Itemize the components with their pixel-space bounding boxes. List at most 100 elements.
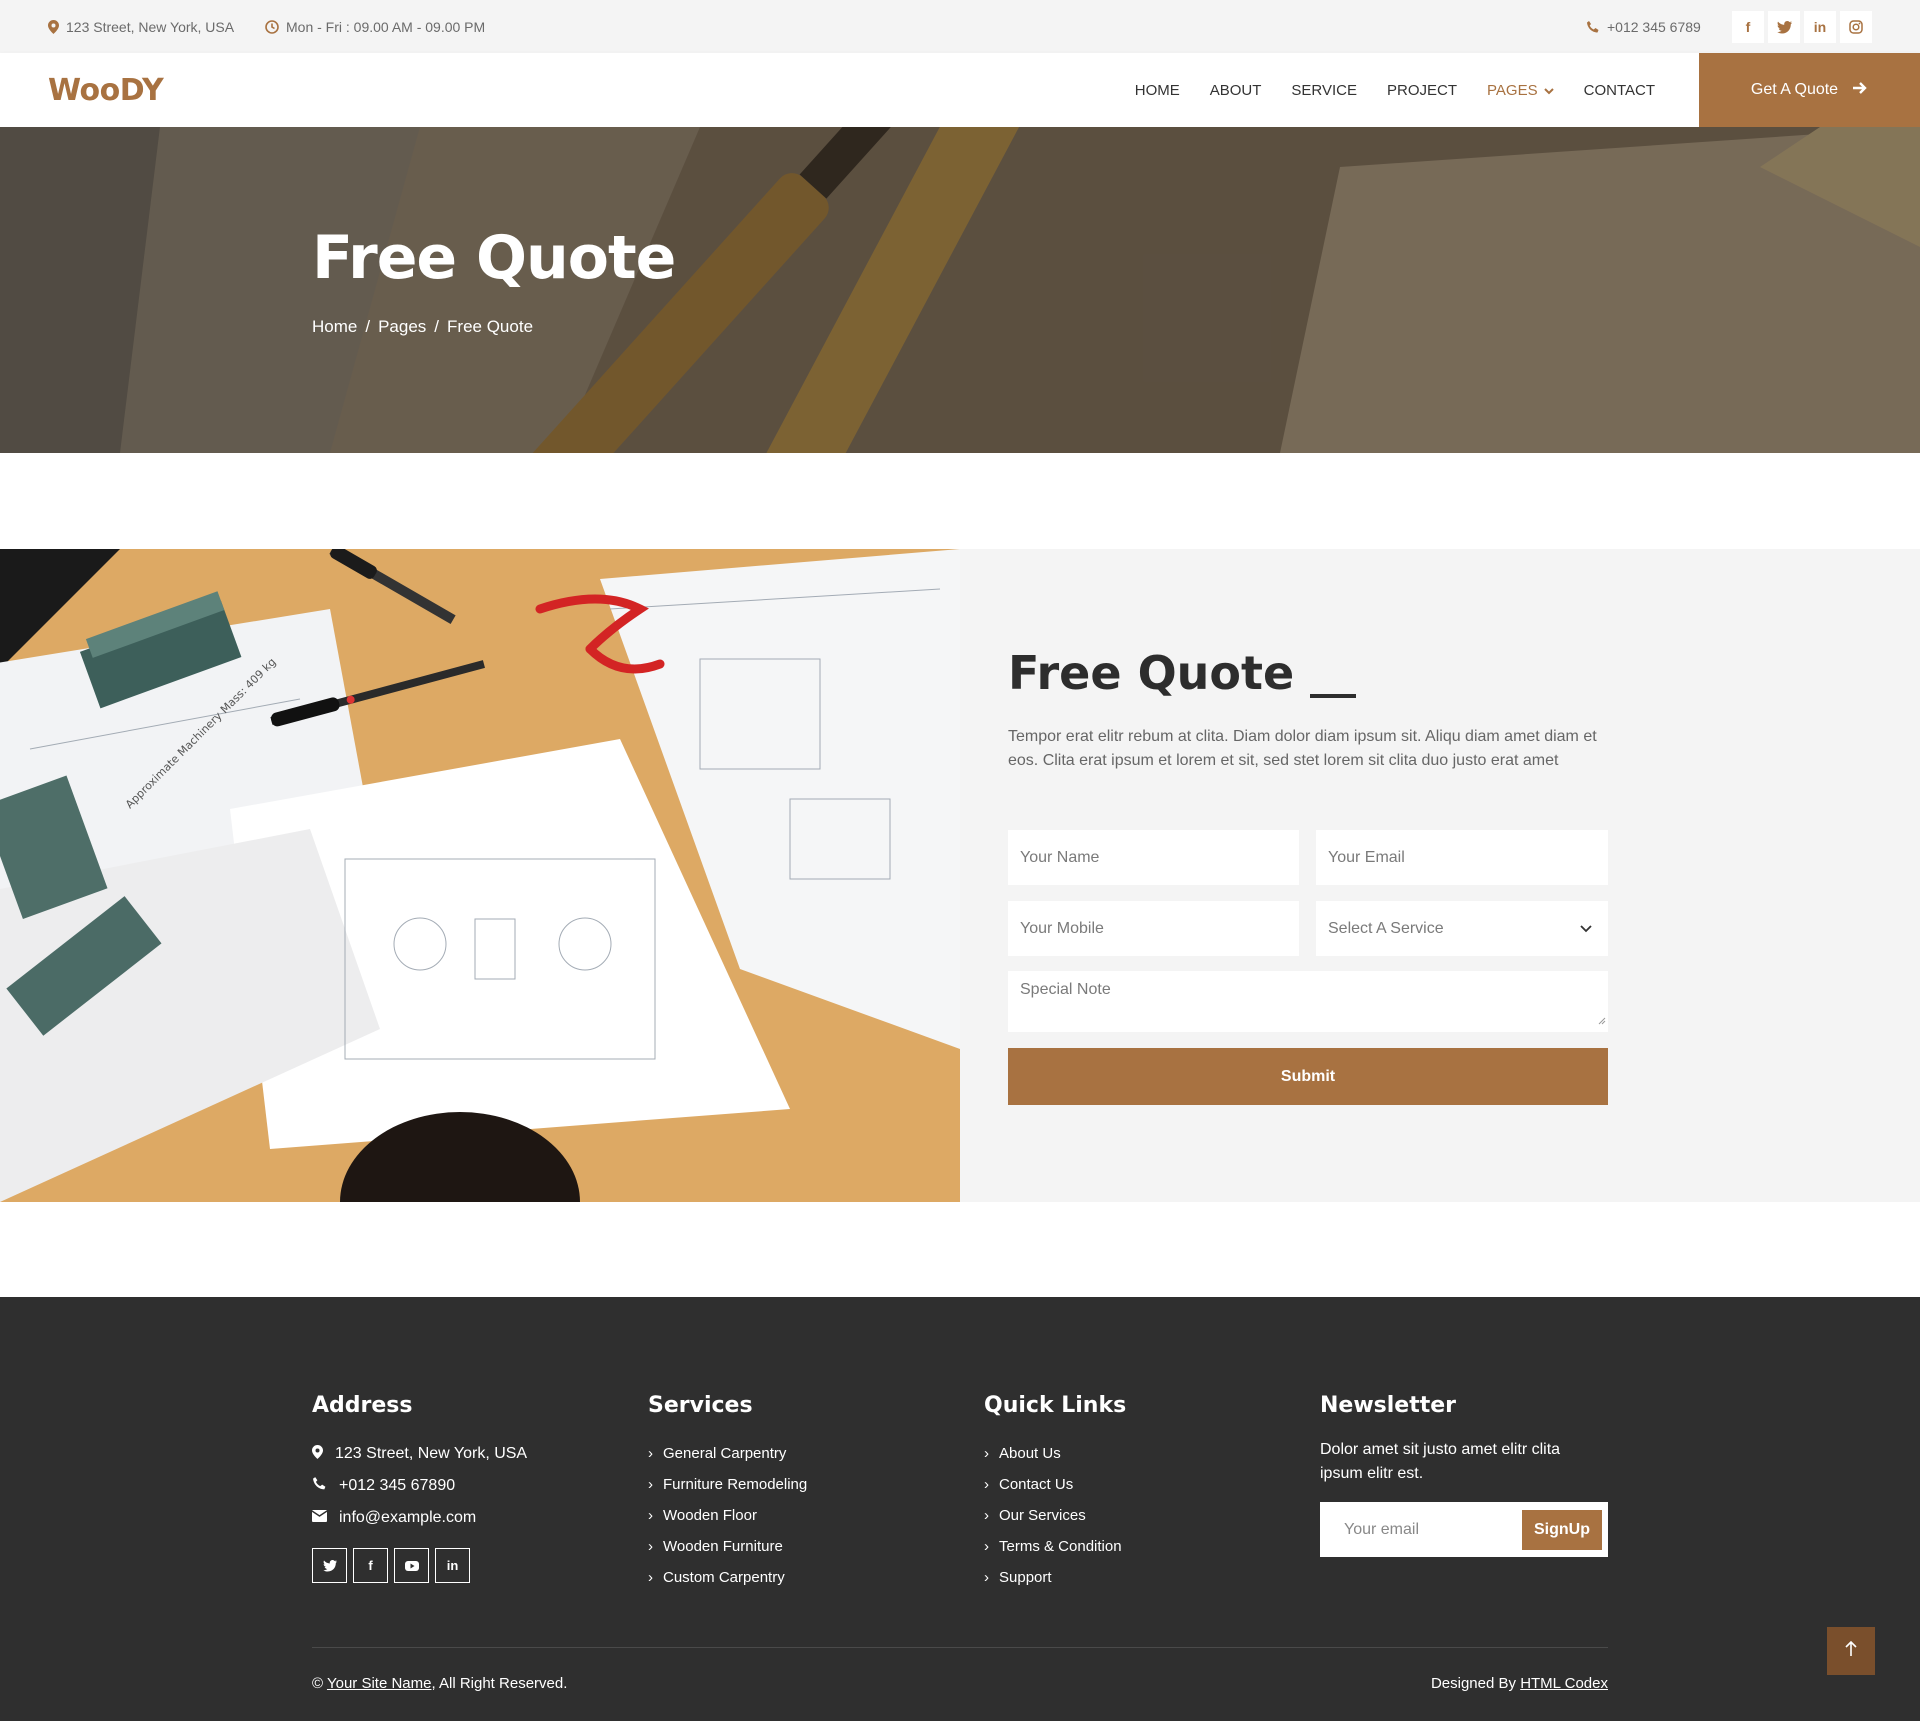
designer-link[interactable]: HTML Codex — [1520, 1675, 1608, 1692]
quote-description: Tempor erat elitr rebum at clita. Diam d… — [1008, 728, 1597, 769]
nav-pages-label: PAGES — [1487, 81, 1538, 99]
footer-street: 123 Street, New York, USA — [312, 1438, 527, 1470]
footer-phone: +012 345 67890 — [312, 1470, 527, 1502]
email-placeholder: Your Email — [1328, 848, 1405, 866]
copyright: © Your Site Name, All Right Reserved. — [312, 1675, 567, 1692]
quote-title-text: Free Quote — [1008, 646, 1295, 700]
footer-service-label: Furniture Remodeling — [663, 1476, 808, 1493]
footer-quick-link-label: Terms & Condition — [999, 1538, 1122, 1555]
instagram-icon[interactable] — [1840, 11, 1872, 43]
footer-quick-link-label: Support — [999, 1569, 1052, 1586]
chevron-right-icon: › — [648, 1476, 653, 1493]
back-to-top-button[interactable] — [1827, 1627, 1875, 1675]
breadcrumb-current: Free Quote — [447, 317, 534, 336]
breadcrumb: Home / Pages / Free Quote — [312, 317, 533, 337]
nav-service[interactable]: SERVICE — [1276, 82, 1372, 99]
chevron-right-icon: › — [984, 1538, 989, 1555]
nav-home[interactable]: HOME — [1120, 82, 1195, 99]
footer-service-link[interactable]: › Wooden Furniture — [648, 1531, 807, 1562]
footer-service-label: Custom Carpentry — [663, 1569, 785, 1586]
chevron-right-icon: › — [984, 1476, 989, 1493]
get-quote-button[interactable]: Get A Quote — [1699, 53, 1920, 127]
service-select[interactable]: Select A Service — [1316, 901, 1608, 956]
mobile-placeholder: Your Mobile — [1020, 919, 1104, 937]
hours-info: Mon - Fri : 09.00 AM - 09.00 PM — [265, 0, 485, 53]
footer-quick-link[interactable]: › Terms & Condition — [984, 1531, 1126, 1562]
blueprint-desk-image: Approximate Machinery Mass: 409 kg — [0, 549, 960, 1202]
chevron-right-icon: › — [648, 1538, 653, 1555]
newsletter-text: Dolor amet sit justo amet elitr clita ip… — [1320, 1441, 1561, 1482]
youtube-icon[interactable] — [394, 1548, 429, 1583]
signup-button[interactable]: SignUp — [1522, 1510, 1602, 1550]
footer-address-title: Address — [312, 1393, 413, 1418]
chevron-right-icon: › — [984, 1569, 989, 1586]
breadcrumb-separator: / — [434, 317, 440, 336]
breadcrumb-home[interactable]: Home — [312, 317, 357, 337]
footer-service-link[interactable]: › Furniture Remodeling — [648, 1469, 807, 1500]
breadcrumb-pages[interactable]: Pages — [378, 317, 426, 337]
phone-icon — [312, 1476, 327, 1496]
footer-service-link[interactable]: › Wooden Floor — [648, 1500, 807, 1531]
nav-contact[interactable]: CONTACT — [1569, 82, 1670, 99]
phone-icon — [1586, 20, 1600, 34]
rights-text: , All Right Reserved. — [431, 1675, 568, 1692]
footer-social: f in — [312, 1548, 527, 1583]
page-title: Free Quote — [312, 223, 676, 293]
footer-quick-link[interactable]: › Our Services — [984, 1500, 1126, 1531]
chevron-right-icon: › — [648, 1445, 653, 1462]
linkedin-icon[interactable]: in — [1804, 11, 1836, 43]
hours-text: Mon - Fri : 09.00 AM - 09.00 PM — [286, 18, 486, 35]
footer-street-text: 123 Street, New York, USA — [335, 1445, 528, 1462]
topbar-social: f in — [1732, 11, 1872, 43]
twitter-icon[interactable] — [312, 1548, 347, 1583]
nav-pages-dropdown[interactable]: PAGES — [1472, 82, 1569, 99]
site-logo[interactable]: WooDY — [48, 53, 164, 127]
arrow-right-icon — [1852, 81, 1868, 100]
mobile-field[interactable]: Your Mobile — [1008, 901, 1299, 956]
title-underline — [1310, 694, 1357, 698]
envelope-icon — [311, 1509, 328, 1527]
main-menu: HOME ABOUT SERVICE PROJECT PAGES CONTACT — [1120, 53, 1670, 127]
submit-button[interactable]: Submit — [1008, 1048, 1608, 1105]
footer-quick-link[interactable]: › Contact Us — [984, 1469, 1126, 1500]
nav-project[interactable]: PROJECT — [1372, 82, 1472, 99]
chevron-right-icon: › — [648, 1569, 653, 1586]
footer-service-link[interactable]: › Custom Carpentry — [648, 1562, 807, 1593]
twitter-icon[interactable] — [1768, 11, 1800, 43]
nav-about[interactable]: ABOUT — [1195, 82, 1277, 99]
copyright-symbol: © — [312, 1675, 324, 1692]
footer-newsletter: Newsletter Dolor amet sit justo amet eli… — [1320, 1393, 1608, 1557]
linkedin-icon[interactable]: in — [435, 1548, 470, 1583]
facebook-icon[interactable]: f — [353, 1548, 388, 1583]
name-field[interactable]: Your Name — [1008, 830, 1299, 885]
resize-handle-icon[interactable] — [1598, 1012, 1606, 1030]
arrow-up-icon — [1845, 1640, 1857, 1662]
site-name-link[interactable]: Your Site Name — [327, 1675, 432, 1692]
map-pin-icon — [312, 1444, 323, 1464]
chevron-right-icon: › — [984, 1445, 989, 1462]
footer-service-link[interactable]: › General Carpentry — [648, 1438, 807, 1469]
footer-quick-link-label: Our Services — [999, 1507, 1086, 1524]
quote-image: Approximate Machinery Mass: 409 kg — [0, 549, 960, 1202]
map-pin-icon — [48, 19, 59, 34]
navbar: WooDY HOME ABOUT SERVICE PROJECT PAGES C… — [0, 53, 1920, 127]
email-field[interactable]: Your Email — [1316, 830, 1608, 885]
designed-by-label: Designed By — [1430, 1675, 1517, 1692]
footer-services-title: Services — [648, 1393, 753, 1418]
newsletter-email-input[interactable]: Your email — [1344, 1502, 1419, 1557]
special-note-textarea[interactable]: Special Note — [1008, 971, 1608, 1032]
clock-icon — [265, 19, 279, 34]
quote-title: Free Quote — [1008, 646, 1357, 700]
footer-quick-link[interactable]: › About Us — [984, 1438, 1126, 1469]
footer-service-label: General Carpentry — [663, 1445, 787, 1462]
facebook-icon[interactable]: f — [1732, 11, 1764, 43]
newsletter-form: Your email SignUp — [1320, 1502, 1608, 1557]
footer-phone-text: +012 345 67890 — [339, 1477, 456, 1494]
chevron-right-icon: › — [648, 1507, 653, 1524]
footer-service-label: Wooden Furniture — [663, 1538, 783, 1555]
address-info: 123 Street, New York, USA — [48, 0, 234, 53]
footer-services: Services › General Carpentry › Furniture R… — [648, 1393, 807, 1593]
footer-newsletter-title: Newsletter — [1320, 1393, 1457, 1418]
name-placeholder: Your Name — [1020, 848, 1100, 866]
footer-quick-link[interactable]: › Support — [984, 1562, 1126, 1593]
